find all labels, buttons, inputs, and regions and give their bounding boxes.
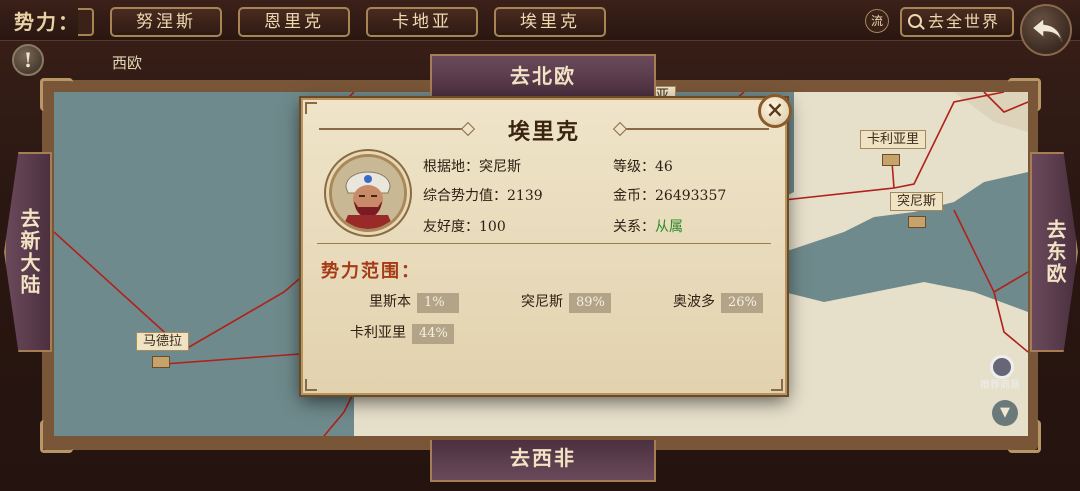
flow-button[interactable]: 流 xyxy=(865,9,889,33)
level-info: 等级：46 xyxy=(613,156,673,176)
alert-icon[interactable]: ! xyxy=(12,44,44,76)
base-label: 根据地： xyxy=(423,159,479,175)
level-label: 等级： xyxy=(613,159,655,175)
city-label: 马德拉 xyxy=(136,332,190,351)
scope-percent: 26% xyxy=(721,293,763,313)
faction-tab-cartier[interactable]: 卡地亚 xyxy=(366,7,478,37)
portrait-image xyxy=(332,157,404,229)
close-icon[interactable]: × xyxy=(758,94,792,128)
relation-info: 关系：从属 xyxy=(613,216,683,236)
faction-tab-eric[interactable]: 埃里克 xyxy=(494,7,606,37)
go-world-label: 去全世界 xyxy=(928,12,1001,31)
dialog-title: 埃里克 xyxy=(507,119,580,145)
dialog-corner xyxy=(771,379,783,391)
top-bar: 势力： 努涅斯 恩里克 卡地亚 埃里克 流 去全世界 xyxy=(0,0,1080,41)
base-value: 突尼斯 xyxy=(479,159,521,175)
frame-corner xyxy=(40,420,73,453)
dialog-divider xyxy=(317,243,771,244)
leader-portrait xyxy=(329,154,407,232)
gold-value: 26493357 xyxy=(655,188,727,204)
trade-label: 推荐商易 xyxy=(980,380,1020,391)
power-info: 综合势力值：2139 xyxy=(423,185,543,205)
back-button[interactable] xyxy=(1020,4,1072,56)
frame-corner xyxy=(1008,78,1041,111)
faction-info-dialog: 埃里克 × 根据地：突尼斯 等级：46 综合势力值：2139 金币：264933… xyxy=(301,94,792,395)
scope-percent: 1% xyxy=(417,293,459,313)
city-marker-icon xyxy=(882,154,900,166)
gold-label: 金币： xyxy=(613,188,655,204)
region-label: 西欧 xyxy=(112,54,143,72)
faction-tab-partial[interactable] xyxy=(78,8,94,36)
scope-city: 奥波多 xyxy=(673,294,715,310)
faction-tab-enrique[interactable]: 恩里克 xyxy=(238,7,350,37)
power-value: 2139 xyxy=(507,188,543,204)
scope-percent: 44% xyxy=(412,324,454,344)
search-icon xyxy=(908,14,922,28)
go-world-button[interactable]: 去全世界 xyxy=(900,7,1014,37)
scope-city: 突尼斯 xyxy=(521,294,563,310)
scope-city: 卡利亚里 xyxy=(350,325,406,341)
frame-corner xyxy=(1008,420,1041,453)
scope-title: 势力范围： xyxy=(321,261,421,282)
scope-city: 里斯本 xyxy=(369,294,411,310)
scope-item: 突尼斯 89% xyxy=(521,291,611,313)
base-info: 根据地：突尼斯 xyxy=(423,156,521,176)
relation-value: 从属 xyxy=(655,219,683,235)
power-label: 综合势力值： xyxy=(423,188,507,204)
city-marker-icon xyxy=(152,356,170,368)
frame-corner xyxy=(40,78,73,111)
scope-item: 卡利亚里 44% xyxy=(350,322,454,344)
dialog-corner xyxy=(305,379,317,391)
scope-percent: 89% xyxy=(569,293,611,313)
go-north-europe-button[interactable]: 去北欧 xyxy=(430,54,656,96)
go-west-africa-button[interactable]: 去西非 xyxy=(430,440,656,482)
dialog-corner xyxy=(305,102,317,114)
friendship-label: 友好度： xyxy=(423,219,479,235)
city-label: 卡利亚里 xyxy=(860,130,927,149)
scope-item: 奥波多 26% xyxy=(673,291,763,313)
city-marker-icon xyxy=(908,216,926,228)
faction-label: 势力： xyxy=(14,10,80,34)
friendship-info: 友好度：100 xyxy=(423,216,506,236)
locate-icon[interactable]: ▼ xyxy=(992,400,1018,426)
level-value: 46 xyxy=(655,159,673,175)
scope-item: 里斯本 1% xyxy=(369,291,459,313)
city-label: 突尼斯 xyxy=(890,192,944,211)
gold-info: 金币：26493357 xyxy=(613,185,726,205)
relation-label: 关系： xyxy=(613,219,655,235)
faction-tab-nunes[interactable]: 努涅斯 xyxy=(110,7,222,37)
back-arrow-icon xyxy=(1030,16,1063,43)
friendship-value: 100 xyxy=(479,219,506,235)
